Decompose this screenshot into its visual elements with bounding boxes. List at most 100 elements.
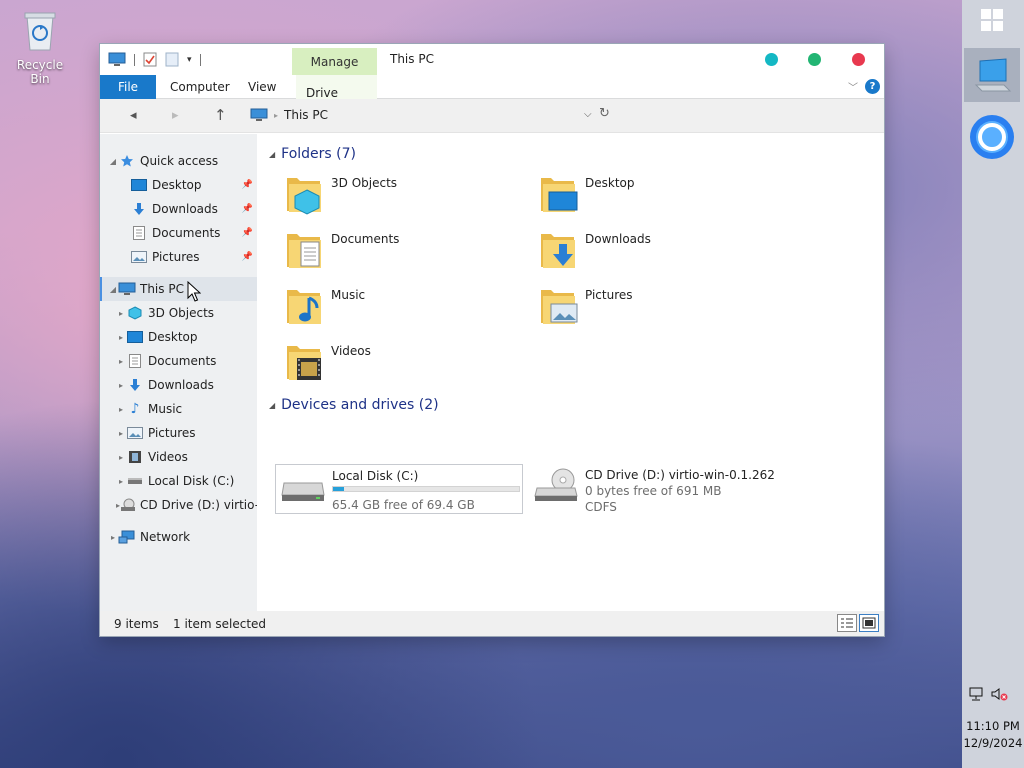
expand-arrow-icon[interactable]: ▸ xyxy=(116,405,126,414)
nav-pc-pictures[interactable]: ▸ Pictures xyxy=(100,421,257,445)
computer-icon[interactable] xyxy=(108,52,126,67)
collapse-group-icon[interactable]: ◢ xyxy=(269,150,275,159)
large-icons-view-icon xyxy=(862,617,876,629)
nav-pc-desktop[interactable]: ▸ Desktop xyxy=(100,325,257,349)
pin-icon: 📌 xyxy=(241,180,253,190)
properties-icon[interactable] xyxy=(143,52,157,67)
taskbar-clock[interactable]: 11:10 PM 12/9/2024 xyxy=(962,718,1024,752)
recycle-bin-desktop-icon[interactable]: Recycle Bin xyxy=(6,8,74,86)
tab-computer[interactable]: Computer xyxy=(160,75,240,99)
folder-pictures[interactable]: Pictures xyxy=(539,284,779,334)
taskbar-browser[interactable] xyxy=(964,110,1020,164)
browser-icon xyxy=(970,115,1014,159)
address-dropdown-icon[interactable]: ⌵ xyxy=(584,109,592,120)
expand-arrow-icon[interactable]: ▸ xyxy=(116,429,126,438)
back-button[interactable]: ◂ xyxy=(130,108,137,123)
collapse-arrow-icon[interactable]: ◢ xyxy=(108,157,118,166)
details-view-button[interactable] xyxy=(837,614,857,632)
qat-separator xyxy=(199,53,201,66)
folder-music-icon xyxy=(287,290,321,324)
nav-pc-music[interactable]: ▸ ♪ Music xyxy=(100,397,257,421)
nav-pc-cd-drive[interactable]: ▸ CD Drive (D:) virtio- xyxy=(100,493,257,517)
expand-arrow-icon[interactable]: ▸ xyxy=(116,333,126,342)
nav-pc-videos[interactable]: ▸ Videos xyxy=(100,445,257,469)
desktop-icon xyxy=(130,177,148,193)
drive-local-disk-c[interactable]: Local Disk (C:) 65.4 GB free of 69.4 GB xyxy=(275,464,523,514)
nav-pc-documents[interactable]: ▸ Documents xyxy=(100,349,257,373)
devices-group-header[interactable]: ◢ Devices and drives (2) xyxy=(269,397,439,413)
nav-quick-downloads[interactable]: Downloads 📌 xyxy=(100,197,257,221)
up-button[interactable]: ↑ xyxy=(214,106,227,124)
nav-quick-pictures[interactable]: Pictures 📌 xyxy=(100,245,257,269)
refresh-icon[interactable]: ↻ xyxy=(599,106,610,121)
nav-label: Quick access xyxy=(140,154,219,168)
help-button[interactable]: ? xyxy=(865,79,880,94)
start-button[interactable] xyxy=(981,9,1005,33)
nav-pc-3d-objects[interactable]: ▸ 3D Objects xyxy=(100,301,257,325)
breadcrumb-this-pc[interactable]: This PC xyxy=(284,108,328,122)
tab-manage[interactable]: Manage xyxy=(292,48,377,75)
nav-quick-access[interactable]: ◢ Quick access xyxy=(100,149,257,173)
navigation-pane: ◢ Quick access Desktop 📌 Downloads 📌 Doc… xyxy=(100,134,257,611)
star-icon xyxy=(118,153,136,169)
recycle-bin-label: Recycle Bin xyxy=(16,58,64,86)
folder-desktop[interactable]: Desktop xyxy=(539,172,779,222)
start-tile xyxy=(993,21,1003,31)
network-status-icon[interactable] xyxy=(968,686,984,702)
collapse-arrow-icon[interactable]: ◢ xyxy=(108,285,118,294)
item-count: 9 items xyxy=(114,617,159,631)
this-pc-icon xyxy=(118,281,136,297)
breadcrumb[interactable]: ▸ This PC xyxy=(250,108,328,122)
file-explorer-window: ▾ Manage This PC File Computer View Driv… xyxy=(100,44,884,636)
system-tray xyxy=(968,686,1018,702)
folder-downloads[interactable]: Downloads xyxy=(539,228,779,278)
expand-arrow-icon[interactable]: ▸ xyxy=(116,453,126,462)
nav-quick-documents[interactable]: Documents 📌 xyxy=(100,221,257,245)
expand-arrow-icon[interactable]: ▸ xyxy=(116,381,126,390)
expand-arrow-icon[interactable]: ▸ xyxy=(116,477,126,486)
nav-label: Downloads xyxy=(148,378,214,392)
maximize-button[interactable] xyxy=(808,53,821,66)
new-folder-icon[interactable] xyxy=(165,52,179,67)
document-icon xyxy=(130,225,148,241)
close-button[interactable] xyxy=(852,53,865,66)
pin-icon: 📌 xyxy=(241,252,253,262)
collapse-group-icon[interactable]: ◢ xyxy=(269,401,275,410)
drive-cd-d[interactable]: CD Drive (D:) virtio-win-0.1.262 0 bytes… xyxy=(529,464,789,514)
nav-network[interactable]: ▸ Network xyxy=(100,525,257,549)
customize-qat-icon[interactable]: ▾ xyxy=(187,55,192,65)
folders-header-label: Folders (7) xyxy=(281,146,356,162)
nav-pc-downloads[interactable]: ▸ Downloads xyxy=(100,373,257,397)
expand-arrow-icon[interactable]: ▸ xyxy=(116,309,126,318)
folder-documents[interactable]: Documents xyxy=(285,228,525,278)
minimize-button[interactable] xyxy=(765,53,778,66)
folder-3d-objects-icon xyxy=(287,178,321,215)
folder-videos[interactable]: Videos xyxy=(285,340,525,390)
nav-this-pc[interactable]: ◢ This PC xyxy=(100,277,257,301)
volume-muted-icon[interactable] xyxy=(990,686,1008,702)
title-bar[interactable]: ▾ Manage This PC xyxy=(100,44,884,75)
hard-drive-icon xyxy=(126,473,144,489)
drive-name: CD Drive (D:) virtio-win-0.1.262 xyxy=(585,468,775,482)
expand-ribbon-icon[interactable]: ﹀ xyxy=(848,79,858,94)
nav-pc-local-disk[interactable]: ▸ Local Disk (C:) xyxy=(100,469,257,493)
tab-view[interactable]: View xyxy=(238,75,286,99)
qat-separator xyxy=(134,53,135,66)
large-icons-view-button[interactable] xyxy=(859,614,879,632)
start-tile xyxy=(981,21,991,31)
details-view-icon xyxy=(841,618,853,628)
folders-group-header[interactable]: ◢ Folders (7) xyxy=(269,146,356,162)
forward-button[interactable]: ▸ xyxy=(172,108,179,123)
expand-arrow-icon[interactable]: ▸ xyxy=(116,357,126,366)
taskbar-file-explorer[interactable] xyxy=(964,48,1020,102)
tab-file[interactable]: File xyxy=(100,75,156,99)
expand-arrow-icon[interactable]: ▸ xyxy=(108,533,118,542)
folder-3d-objects[interactable]: 3D Objects xyxy=(285,172,525,222)
desktop-icon xyxy=(126,329,144,345)
nav-quick-desktop[interactable]: Desktop 📌 xyxy=(100,173,257,197)
folder-documents-icon xyxy=(287,234,321,268)
address-bar-row: ◂ ▸ ↑ ▸ This PC ⌵ ↻ xyxy=(100,99,884,133)
folder-music[interactable]: Music xyxy=(285,284,525,334)
nav-label: Desktop xyxy=(152,178,202,192)
nav-label: Documents xyxy=(152,226,221,240)
